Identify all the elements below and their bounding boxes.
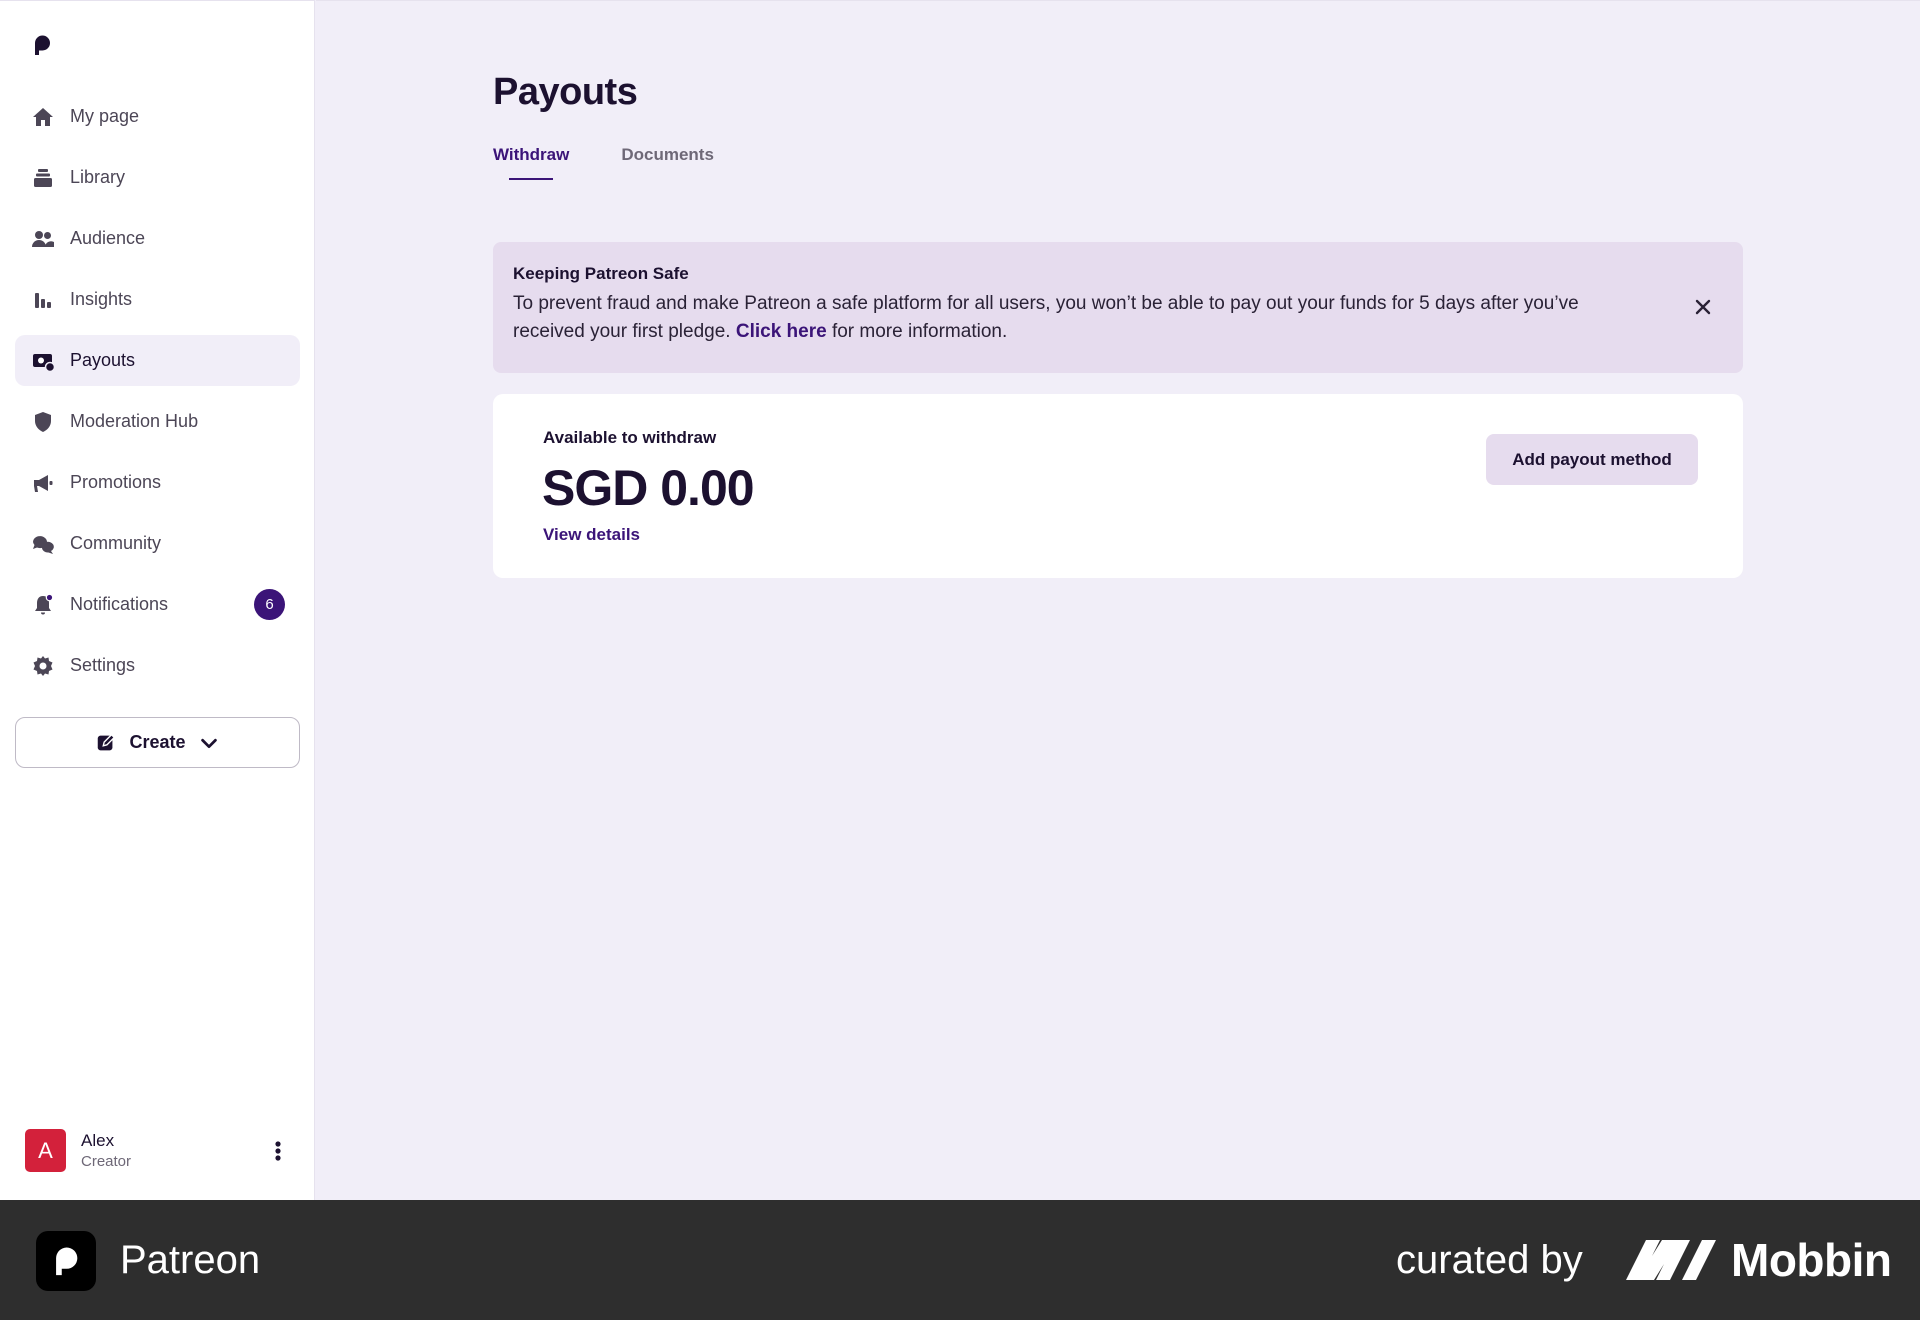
sidebar-item-label: Payouts xyxy=(70,350,136,370)
patreon-logo-icon[interactable] xyxy=(30,33,54,57)
user-name: Alex xyxy=(81,1131,115,1150)
sidebar-item-moderation-hub[interactable]: Moderation Hub xyxy=(15,396,300,447)
sidebar-item-label: Insights xyxy=(70,289,133,309)
sidebar-item-audience[interactable]: Audience xyxy=(15,213,300,264)
sidebar-item-label: Notifications xyxy=(70,594,169,614)
banner-title: Keeping Patreon Safe xyxy=(513,264,689,283)
user-profile[interactable]: A Alex Creator xyxy=(25,1129,290,1173)
gear-icon xyxy=(30,653,56,679)
home-icon xyxy=(30,104,56,130)
sidebar-item-settings[interactable]: Settings xyxy=(15,640,300,691)
footer-curated-by: curated by xyxy=(1396,1238,1583,1282)
click-here-link[interactable]: Click here xyxy=(736,321,827,342)
sidebar-item-payouts[interactable]: Payouts xyxy=(15,335,300,386)
patreon-app-icon xyxy=(36,1231,96,1291)
edit-icon xyxy=(98,733,116,750)
sidebar-item-label: Audience xyxy=(70,228,146,248)
sidebar-item-label: My page xyxy=(70,106,140,126)
banner-message: To prevent fraud and make Patreon a safe… xyxy=(513,290,1653,346)
close-icon[interactable] xyxy=(1693,297,1713,317)
user-role: Creator xyxy=(81,1153,132,1170)
sidebar-item-promotions[interactable]: Promotions xyxy=(15,457,300,508)
bell-icon xyxy=(30,592,56,618)
tab-documents[interactable]: Documents xyxy=(621,145,714,165)
sidebar-item-insights[interactable]: Insights xyxy=(15,274,300,325)
sidebar: My page Library Audience Insights Payout… xyxy=(0,0,315,1200)
balance-label: Available to withdraw xyxy=(543,428,717,447)
sidebar-item-label: Promotions xyxy=(70,472,162,492)
chat-icon xyxy=(30,531,56,557)
payouts-icon xyxy=(30,348,56,374)
insights-icon xyxy=(30,287,56,313)
create-button[interactable]: Create xyxy=(15,717,300,768)
library-icon xyxy=(30,165,56,191)
tab-bar: Withdraw Documents xyxy=(493,145,766,180)
sidebar-item-community[interactable]: Community xyxy=(15,518,300,569)
more-vertical-icon[interactable] xyxy=(271,1137,285,1165)
chevron-down-icon xyxy=(200,738,217,748)
info-banner: Keeping Patreon Safe To prevent fraud an… xyxy=(493,242,1743,373)
footer-brand: Mobbin xyxy=(1731,1234,1892,1286)
banner-text-end: for more information. xyxy=(826,321,1008,342)
footer-bar: Patreon curated by Mobbin xyxy=(0,1200,1920,1320)
sidebar-item-label: Moderation Hub xyxy=(70,411,199,431)
view-details-link[interactable]: View details xyxy=(543,525,640,545)
page-title: Payouts xyxy=(493,71,638,113)
sidebar-item-label: Community xyxy=(70,533,162,553)
balance-card: Available to withdraw SGD 0.00 View deta… xyxy=(493,394,1743,578)
sidebar-item-label: Library xyxy=(70,167,126,187)
sidebar-item-my-page[interactable]: My page xyxy=(15,91,300,142)
mobbin-logo-icon xyxy=(1626,1240,1716,1280)
tab-withdraw[interactable]: Withdraw xyxy=(493,145,569,180)
sidebar-item-library[interactable]: Library xyxy=(15,152,300,203)
footer-app-name: Patreon xyxy=(120,1238,261,1282)
create-button-label: Create xyxy=(129,732,186,752)
shield-icon xyxy=(30,409,56,435)
balance-amount: SGD 0.00 xyxy=(542,460,755,516)
avatar[interactable]: A xyxy=(25,1129,66,1172)
add-payout-method-button[interactable]: Add payout method xyxy=(1486,434,1698,485)
sidebar-item-label: Settings xyxy=(70,655,136,675)
notification-count-badge: 6 xyxy=(254,589,285,620)
sidebar-nav: My page Library Audience Insights Payout… xyxy=(15,91,300,701)
audience-icon xyxy=(30,226,56,252)
banner-text-start: To prevent fraud and make Patreon a safe… xyxy=(513,293,1579,342)
sidebar-item-notifications[interactable]: Notifications 6 xyxy=(15,579,300,630)
megaphone-icon xyxy=(30,470,56,496)
main-content: Payouts Withdraw Documents Keeping Patre… xyxy=(316,0,1920,1200)
